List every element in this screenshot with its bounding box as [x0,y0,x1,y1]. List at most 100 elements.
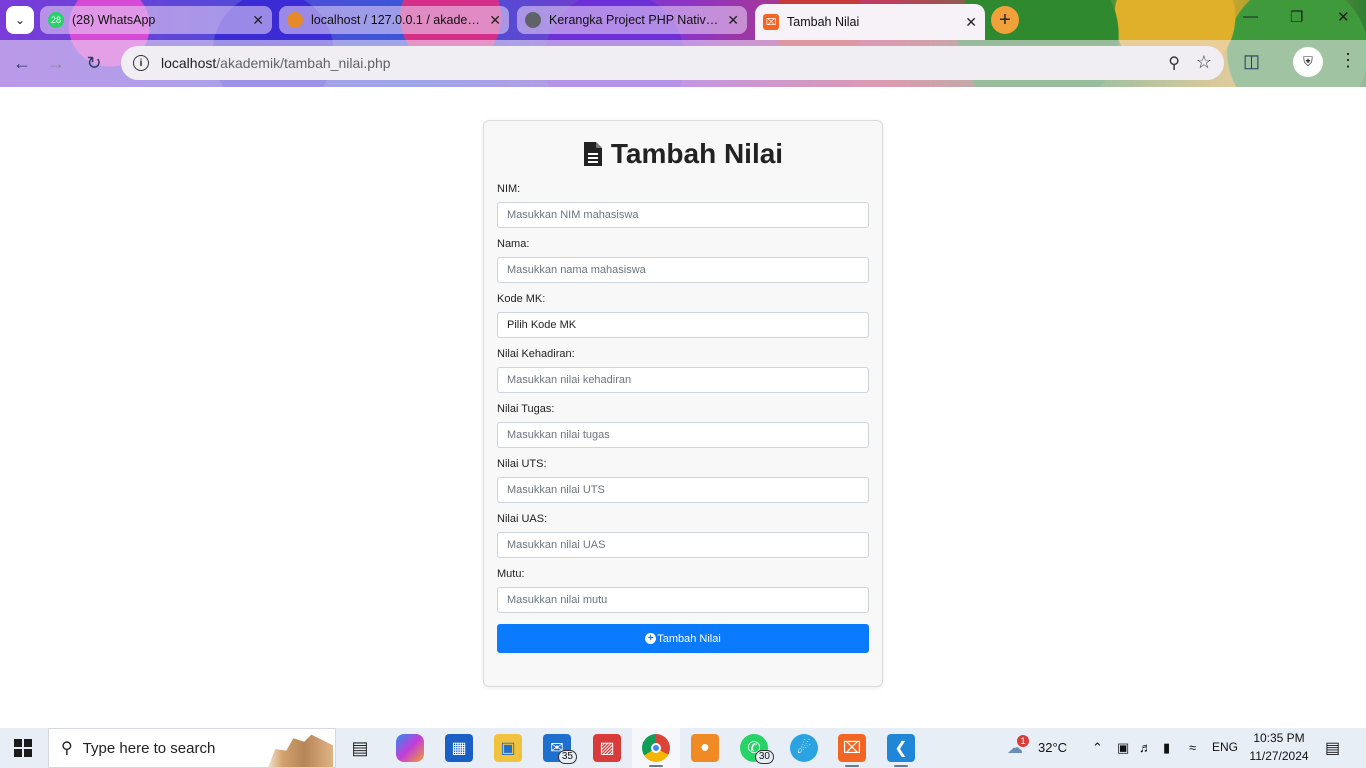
file-explorer-icon[interactable]: ▣ [494,734,522,762]
clock-time[interactable]: 10:35 PM [1252,731,1306,745]
page-title: Tambah Nilai [497,135,869,173]
nim-label: NIM: [497,183,521,195]
taskbar-search[interactable]: ⚲ Type here to search [48,728,336,768]
tambah-nilai-label: Tambah Nilai [657,632,721,645]
tab-search-button[interactable]: ⌄ [6,6,34,34]
close-tab-icon[interactable]: ✕ [489,12,501,29]
windows-start-icon[interactable] [14,739,32,757]
close-window-icon[interactable]: ✕ [1337,8,1350,26]
xampp-icon[interactable]: ⌧ [838,734,866,762]
volume-icon[interactable]: ♬ [1139,740,1152,755]
nim-input[interactable] [497,202,869,228]
xampp-icon: ⌧ [763,14,779,30]
minimize-icon[interactable]: — [1243,8,1258,25]
uts-field: Nilai UTS: [497,456,869,503]
page-title-text: Tambah Nilai [610,138,784,169]
back-icon[interactable]: ← [9,50,35,76]
extensions-icon[interactable]: ◫ [1243,51,1260,72]
tab-strip: ⌄ 28 (28) WhatsApp ✕ localhost / 127.0.0… [0,0,1366,40]
chevron-down-icon: ⌄ [14,13,26,27]
phpmyadmin-icon [287,12,303,28]
mutu-field: Mutu: [497,566,869,613]
taskbar-search-placeholder: Type here to search [82,739,216,757]
uts-label: Nilai UTS: [497,458,547,470]
kehadiran-label: Nilai Kehadiran: [497,348,575,360]
close-tab-icon[interactable]: ✕ [727,12,739,29]
address-bar[interactable]: i localhost/akademik/tambah_nilai.php ⚲ … [121,46,1224,80]
tugas-label: Nilai Tugas: [497,403,555,415]
tab-whatsapp[interactable]: 28 (28) WhatsApp ✕ [40,6,272,34]
vscode-icon[interactable]: ❮ [887,734,915,762]
tab-tambah-nilai[interactable]: ⌧ Tambah Nilai ✕ [755,4,985,40]
weather-temp[interactable]: 32°C [1038,740,1067,755]
reload-icon[interactable]: ↻ [81,50,107,76]
whatsapp-badge: 30 [754,750,774,764]
kehadiran-field: Nilai Kehadiran: [497,346,869,393]
menu-kebab-icon[interactable]: ⋮ [1339,50,1357,71]
battery-icon[interactable]: ▮ [1163,740,1170,756]
tugas-field: Nilai Tugas: [497,401,869,448]
tab-title: Tambah Nilai [787,15,860,29]
nama-input[interactable] [497,257,869,283]
site-info-icon[interactable]: i [133,55,149,71]
url-host: localhost [161,55,217,71]
plus-circle-icon: + [645,633,657,644]
clock-date[interactable]: 11/27/2024 [1248,749,1310,763]
chrome-icon[interactable] [642,734,670,762]
tab-phpmyadmin[interactable]: localhost / 127.0.0.1 / akademik ✕ [279,6,509,34]
document-icon [583,141,603,167]
close-tab-icon[interactable]: ✕ [252,12,264,29]
profile-avatar[interactable]: ⛨ [1293,47,1323,77]
kode-mk-label: Kode MK: [497,293,546,305]
notifications-icon[interactable]: ▤ [1325,738,1340,758]
uas-input[interactable] [497,532,869,558]
kode-mk-field: Kode MK: Pilih Kode MK [497,291,869,338]
kehadiran-input[interactable] [497,367,869,393]
xampp-running-indicator [845,765,859,767]
uas-field: Nilai UAS: [497,511,869,558]
meet-now-icon[interactable]: ▣ [1117,740,1129,756]
form-card: Tambah Nilai NIM: Nama: Kode MK: Pilih K… [483,120,883,687]
language-indicator[interactable]: ENG [1212,740,1238,754]
mail-icon[interactable]: ✉ 35 [543,734,577,764]
tugas-input[interactable] [497,422,869,448]
tab-title: Kerangka Project PHP Native - [549,13,720,27]
forward-icon[interactable]: → [43,50,69,76]
globe-icon [525,12,541,28]
whatsapp-icon: 28 [48,12,64,28]
tambah-nilai-button[interactable]: + Tambah Nilai [497,624,869,653]
uas-label: Nilai UAS: [497,513,548,525]
whatsapp-icon[interactable]: ✆ 30 [740,734,774,764]
zoom-icon[interactable]: ⚲ [1168,53,1180,73]
taskbar: ⚲ Type here to search ▤ ▦ ▣ ✉ 35 ▨ ● ✆ 30 … [0,728,1366,768]
app-blue-icon[interactable]: ☄ [790,734,818,762]
microsoft-store-icon[interactable]: ▦ [445,734,473,762]
app-orange-icon[interactable]: ● [691,734,719,762]
chrome-running-indicator [649,765,663,767]
nim-field: NIM: [497,181,869,228]
gift-icon[interactable]: ▨ [593,734,621,762]
kode-mk-select[interactable]: Pilih Kode MK [497,312,869,338]
task-view-icon[interactable]: ▤ [346,734,374,762]
new-tab-button[interactable]: + [991,6,1019,34]
close-tab-icon[interactable]: ✕ [965,14,977,31]
mutu-input[interactable] [497,587,869,613]
bookmark-star-icon[interactable]: ☆ [1196,52,1212,73]
plus-icon: + [999,8,1011,31]
search-icon: ⚲ [61,740,73,757]
mutu-label: Mutu: [497,568,525,580]
copilot-icon[interactable] [396,734,424,762]
restore-icon[interactable]: ❐ [1290,8,1303,26]
vscode-running-indicator [894,765,908,767]
shield-icon: ⛨ [1303,54,1313,69]
search-highlight-image [268,734,333,767]
browser-toolbar: ← → ↻ i localhost/akademik/tambah_nilai.… [0,40,1366,87]
url-path: /akademik/tambah_nilai.php [216,55,391,71]
nama-label: Nama: [497,238,530,250]
uts-input[interactable] [497,477,869,503]
tab-kerangka-project[interactable]: Kerangka Project PHP Native - ✕ [517,6,747,34]
chevron-up-icon[interactable]: ⌃ [1092,740,1103,756]
wifi-icon[interactable]: ≈ [1189,740,1196,755]
mail-badge: 35 [557,750,577,764]
tab-title: localhost / 127.0.0.1 / akademik [311,13,482,27]
